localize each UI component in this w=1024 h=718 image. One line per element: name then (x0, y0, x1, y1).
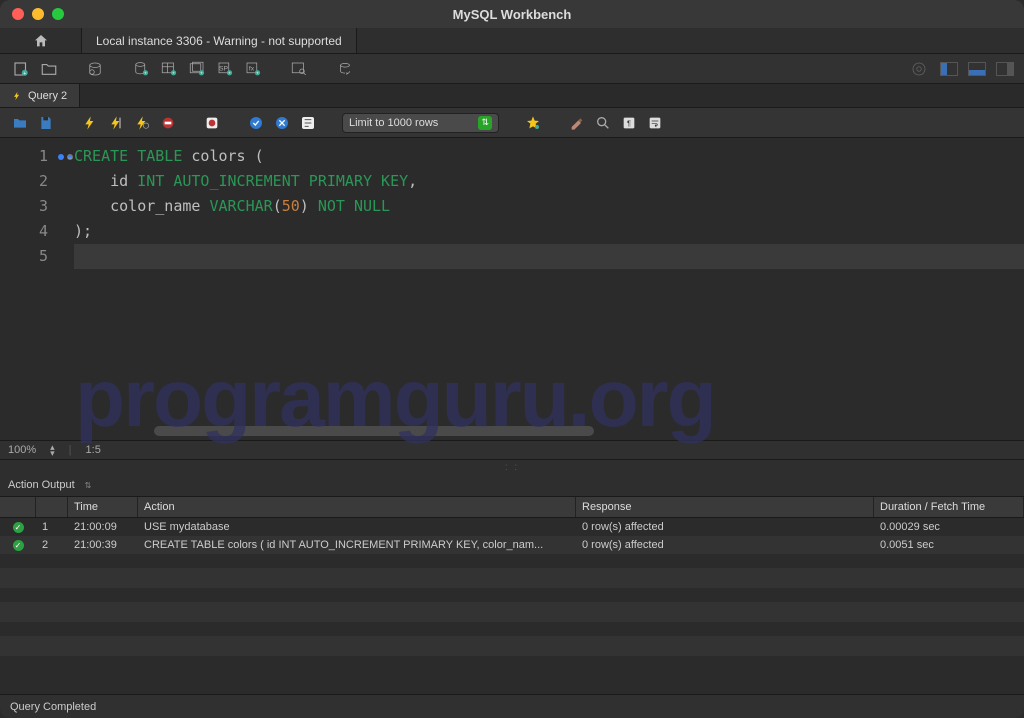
svg-text:+: + (172, 70, 175, 75)
svg-text:SP: SP (219, 65, 229, 72)
svg-text:+: + (256, 70, 259, 75)
line-gutter: 1 2 3 4 5 (0, 138, 56, 440)
save-file-icon[interactable] (36, 113, 56, 133)
pane-splitter[interactable]: : : (0, 460, 1024, 474)
output-grid: 1 21:00:09 USE mydatabase 0 row(s) affec… (0, 518, 1024, 656)
svg-text:+: + (144, 70, 147, 75)
stop-on-error-icon[interactable] (202, 113, 222, 133)
chevron-updown-icon: ⇅ (85, 481, 92, 490)
fold-gutter: − (56, 138, 74, 440)
autocommit-icon[interactable] (298, 113, 318, 133)
main-toolbar: + + + + SP+ fx+ (0, 54, 1024, 84)
svg-text:¶: ¶ (627, 118, 631, 127)
open-file-icon[interactable] (10, 113, 30, 133)
query-tabstrip: Query 2 (0, 84, 1024, 108)
settings-gear-icon[interactable] (908, 58, 930, 80)
row-limit-select[interactable]: Limit to 1000 rows (342, 113, 499, 133)
toggle-right-panel[interactable] (996, 62, 1014, 76)
table-row (0, 602, 1024, 622)
col-duration: Duration / Fetch Time (874, 497, 1024, 517)
success-icon (13, 522, 24, 533)
explain-icon[interactable] (132, 113, 152, 133)
beautify-icon[interactable] (567, 113, 587, 133)
svg-text:+: + (200, 70, 203, 75)
statusbar: Query Completed (0, 694, 1024, 718)
query-tab[interactable]: Query 2 (0, 84, 80, 107)
home-tab[interactable] (0, 28, 82, 53)
new-sql-tab-icon[interactable]: + (10, 58, 32, 80)
sql-editor[interactable]: 1 2 3 4 5 − CREATE TABLE colors ( id INT… (0, 138, 1024, 440)
find-icon[interactable] (593, 113, 613, 133)
execute-icon[interactable] (80, 113, 100, 133)
output-header: Action Output ⇅ (0, 474, 1024, 496)
titlebar: MySQL Workbench (0, 0, 1024, 28)
connection-tabbar: Local instance 3306 - Warning - not supp… (0, 28, 1024, 54)
window-title: MySQL Workbench (0, 7, 1024, 22)
table-row[interactable]: 1 21:00:09 USE mydatabase 0 row(s) affec… (0, 518, 1024, 536)
editor-statusbar: 100% ▴▾ | 1:5 (0, 440, 1024, 460)
commit-icon[interactable] (246, 113, 266, 133)
col-action: Action (138, 497, 576, 517)
toggle-bottom-panel[interactable] (968, 62, 986, 76)
reconnect-icon[interactable] (334, 58, 356, 80)
rollback-icon[interactable] (272, 113, 292, 133)
query-toolbar: Limit to 1000 rows ¶ (0, 108, 1024, 138)
query-tab-label: Query 2 (28, 90, 67, 102)
zoom-level: 100% (8, 444, 36, 456)
output-dropdown[interactable]: Action Output (8, 479, 75, 491)
success-icon (13, 540, 24, 551)
lightning-icon (12, 91, 22, 101)
svg-text:+: + (228, 70, 231, 75)
toggle-left-panel[interactable] (940, 62, 958, 76)
col-time: Time (68, 497, 138, 517)
stop-icon[interactable] (158, 113, 178, 133)
code-area[interactable]: CREATE TABLE colors ( id INT AUTO_INCREM… (74, 138, 1024, 440)
cursor-position: 1:5 (86, 444, 101, 456)
stepper-icon (478, 116, 492, 130)
execute-current-icon[interactable] (106, 113, 126, 133)
invisible-chars-icon[interactable]: ¶ (619, 113, 639, 133)
home-icon (33, 33, 49, 49)
output-grid-header: Time Action Response Duration / Fetch Ti… (0, 496, 1024, 518)
table-row[interactable]: 2 21:00:39 CREATE TABLE colors ( id INT … (0, 536, 1024, 554)
table-row (0, 568, 1024, 588)
row-limit-label: Limit to 1000 rows (349, 117, 438, 129)
create-function-icon[interactable]: fx+ (242, 58, 264, 80)
svg-text:+: + (23, 71, 26, 77)
create-view-icon[interactable]: + (186, 58, 208, 80)
svg-text:fx: fx (249, 65, 255, 72)
add-snippet-icon[interactable] (523, 113, 543, 133)
create-schema-icon[interactable]: + (130, 58, 152, 80)
open-sql-file-icon[interactable] (38, 58, 60, 80)
create-table-icon[interactable]: + (158, 58, 180, 80)
status-text: Query Completed (10, 701, 96, 713)
search-table-icon[interactable] (288, 58, 310, 80)
zoom-stepper[interactable]: ▴▾ (50, 444, 55, 456)
create-procedure-icon[interactable]: SP+ (214, 58, 236, 80)
word-wrap-icon[interactable] (645, 113, 665, 133)
col-response: Response (576, 497, 874, 517)
table-row (0, 636, 1024, 656)
connection-tab[interactable]: Local instance 3306 - Warning - not supp… (82, 28, 357, 53)
inspector-icon[interactable] (84, 58, 106, 80)
horizontal-scrollbar[interactable] (154, 426, 1012, 436)
